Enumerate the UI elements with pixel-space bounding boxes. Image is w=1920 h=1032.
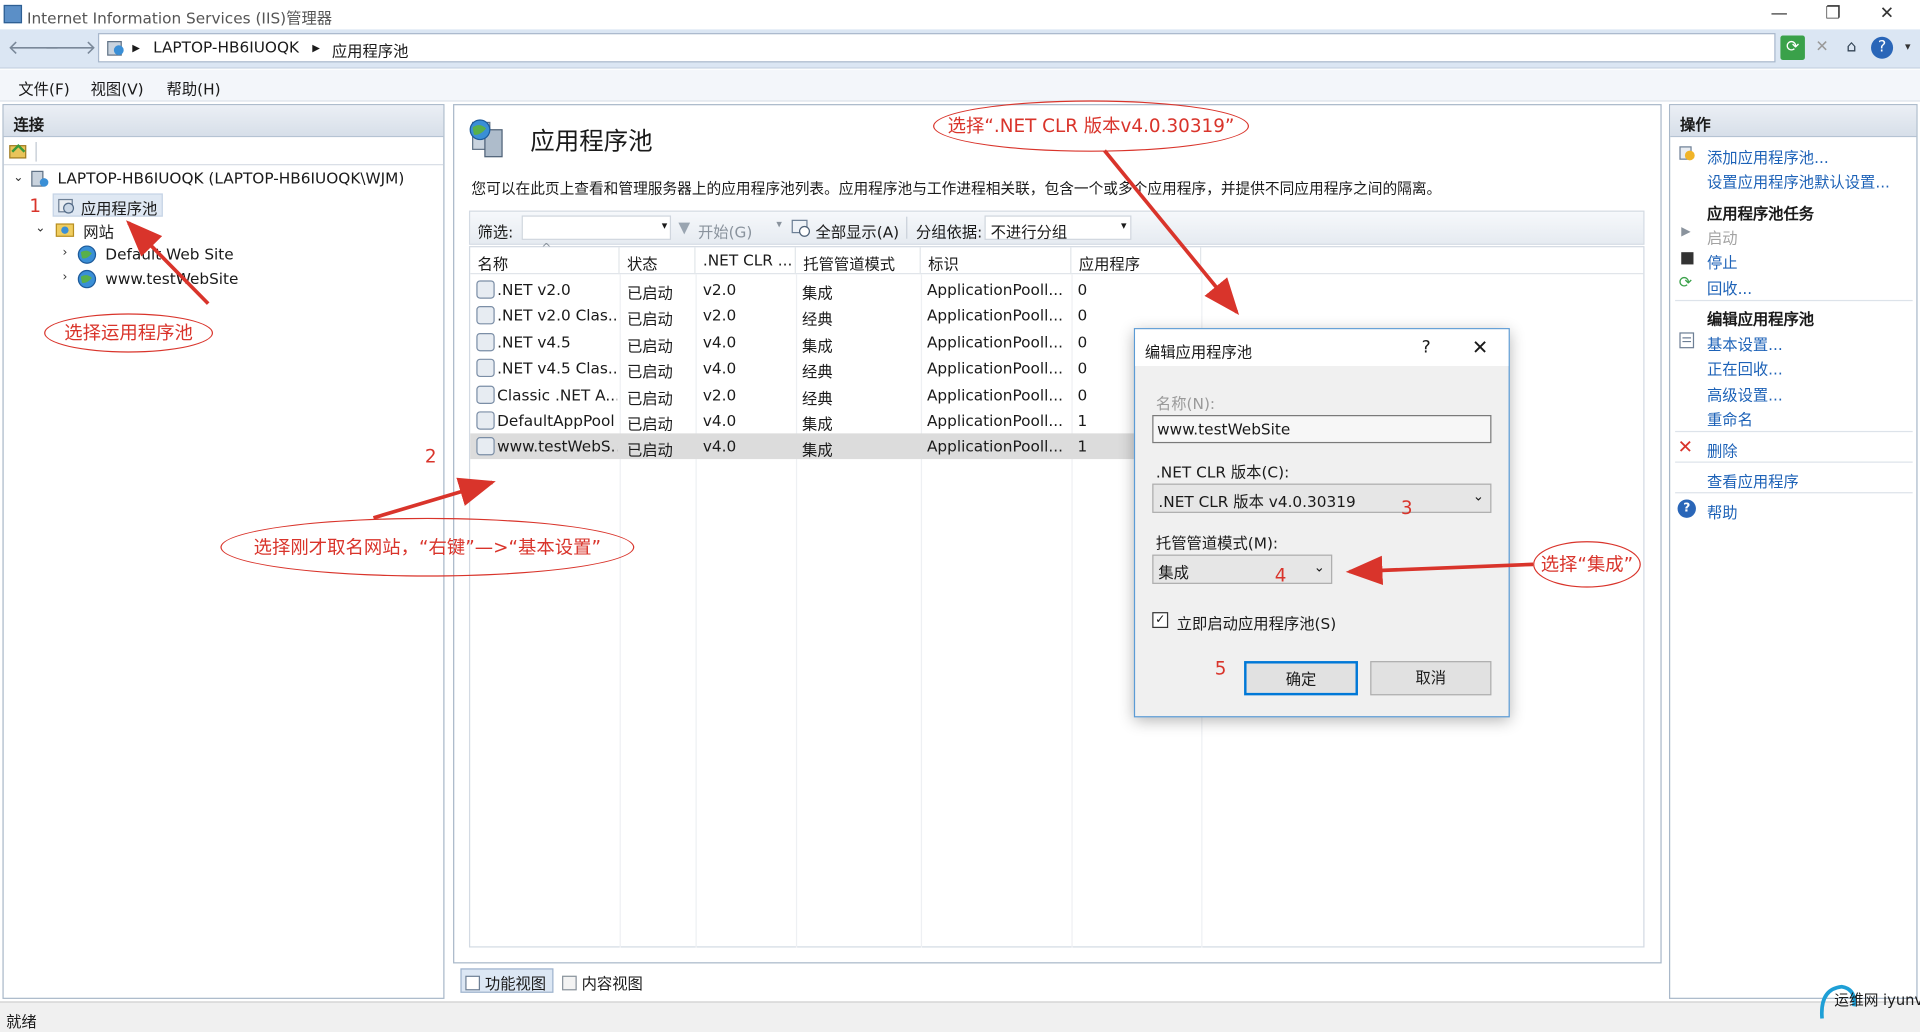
annotation-select-pool: 选择运用程序池 (44, 313, 214, 353)
annotation-right-click-basic: 选择刚才取名网站，“右键”—>“基本设置” (220, 517, 635, 577)
annotation-number-3: 3 (1400, 497, 1413, 520)
annotation-number-2: 2 (424, 445, 437, 468)
annotation-arrow-1 (125, 220, 210, 305)
watermark-text: 运维网 iyunv.com (1834, 991, 1920, 1009)
annotation-number-5: 5 (1214, 657, 1227, 680)
annotation-arrows (125, 149, 1534, 586)
annotation-arrow-3 (1103, 149, 1240, 316)
annotation-arrow-4 (1345, 555, 1534, 586)
annotation-select-clr: 选择“.NET CLR 版本v4.0.30319” (933, 100, 1249, 152)
annotation-number-1: 1 (29, 194, 42, 217)
annotation-arrow-2 (372, 477, 496, 520)
annotation-number-4: 4 (1274, 564, 1287, 587)
annotation-select-integrated: 选择“集成” (1533, 541, 1641, 588)
